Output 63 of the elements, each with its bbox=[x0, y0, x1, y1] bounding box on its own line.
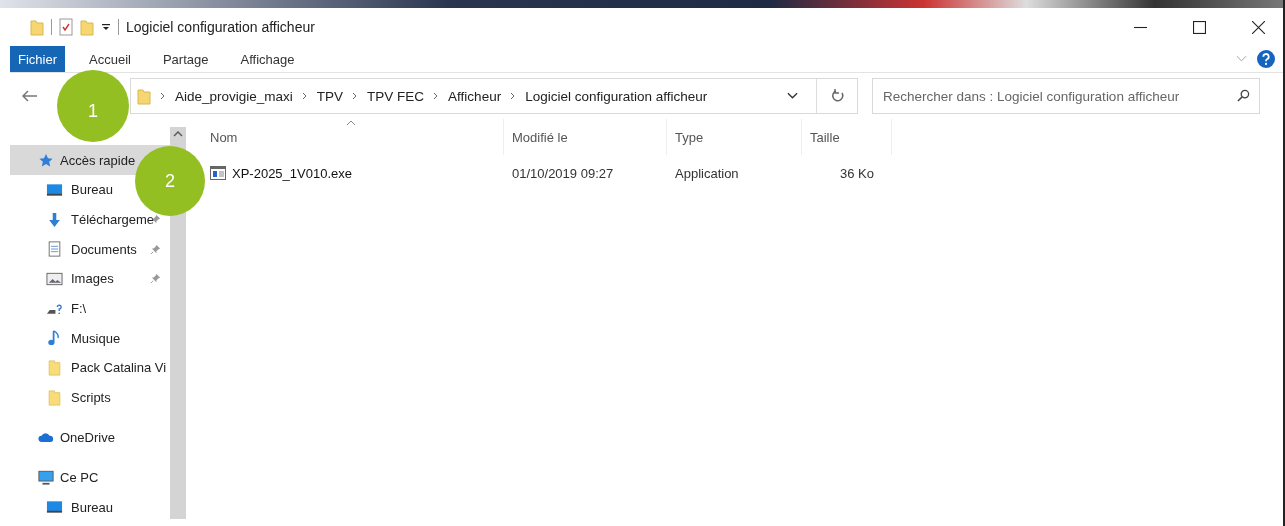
step-callout-tooltip: 2 bbox=[135, 146, 205, 216]
cloud-icon bbox=[38, 430, 54, 445]
column-label: Modifié le bbox=[512, 129, 568, 145]
column-label: Nom bbox=[210, 129, 238, 145]
column-header[interactable]: Taille bbox=[802, 119, 892, 155]
table-cell: 01/10/2019 09:27 bbox=[512, 165, 614, 181]
column-label: Type bbox=[675, 129, 704, 145]
breadcrumb-separator-icon bbox=[160, 92, 166, 100]
file-name[interactable]: XP-2025_1V010.exe bbox=[232, 165, 352, 181]
folder-icon bbox=[137, 87, 151, 105]
sidebar-item[interactable]: Musique bbox=[71, 330, 121, 346]
breadcrumb-separator-icon bbox=[352, 92, 359, 100]
table-cell: Application bbox=[675, 165, 739, 181]
column-header[interactable]: Type bbox=[667, 119, 802, 155]
sidebar-item[interactable]: OneDrive bbox=[0, 422, 170, 453]
column-header[interactable]: Modifié le bbox=[504, 119, 667, 155]
breadcrumb[interactable]: Logiciel configuration afficheur bbox=[525, 88, 708, 104]
breadcrumb[interactable]: Aide_provigie_maxi bbox=[175, 88, 293, 104]
sidebar-item[interactable]: F:\ bbox=[71, 301, 87, 317]
star-icon bbox=[38, 152, 54, 168]
sidebar-item[interactable]: Pack Catalina Vi bbox=[71, 360, 167, 376]
breadcrumb-separator-icon bbox=[433, 92, 440, 100]
sidebar-item[interactable]: Documents bbox=[71, 241, 137, 257]
document-icon bbox=[46, 241, 63, 258]
ribbon-tab[interactable]: Fichier bbox=[10, 46, 65, 72]
breadcrumb[interactable]: Afficheur bbox=[448, 88, 502, 104]
sidebar-label: Accès rapide bbox=[60, 152, 136, 168]
step-callout-tooltip: 1 bbox=[57, 70, 129, 142]
breadcrumb[interactable]: TPV FEC bbox=[367, 88, 425, 104]
breadcrumb-separator-icon bbox=[510, 92, 517, 100]
search-field[interactable]: Rechercher dans : Logiciel configuration afficheur bbox=[872, 78, 1260, 114]
scroll-up-icon[interactable] bbox=[173, 131, 183, 137]
breadcrumb-separator-icon bbox=[301, 92, 308, 100]
sidebar-label: Ce PC bbox=[60, 470, 99, 485]
desktop-icon bbox=[46, 499, 63, 516]
image-icon bbox=[46, 270, 63, 287]
help-icon[interactable] bbox=[1257, 50, 1275, 68]
ribbon-tab[interactable]: Affichage bbox=[224, 46, 311, 72]
folder-icon bbox=[46, 389, 63, 406]
ribbon-tab[interactable]: Partage bbox=[146, 46, 225, 72]
dropdown-icon[interactable] bbox=[101, 22, 111, 32]
column-header[interactable]: Nom bbox=[210, 119, 504, 155]
sidebar-item[interactable]: Scripts bbox=[71, 390, 111, 406]
ribbon-tab[interactable]: Accueil bbox=[73, 46, 147, 72]
sidebar-item[interactable]: Ce PC bbox=[0, 462, 170, 493]
address-bar[interactable]: Aide_provigie_maxi TPV TPV FEC Afficheur Logiciel configuration afficheur bbox=[130, 78, 858, 114]
sidebar-item[interactable]: Bureau bbox=[71, 182, 113, 198]
sidebar-item[interactable]: Images bbox=[71, 271, 114, 287]
refresh-icon[interactable] bbox=[831, 89, 845, 103]
window-title: Logiciel configuration afficheur bbox=[126, 19, 315, 35]
properties-icon[interactable] bbox=[59, 18, 73, 36]
back-arrow-icon[interactable] bbox=[22, 90, 38, 102]
search-icon[interactable] bbox=[1237, 89, 1250, 102]
computer-icon bbox=[38, 470, 54, 485]
sidebar-item[interactable]: Bureau bbox=[71, 499, 113, 515]
breadcrumb[interactable]: TPV bbox=[316, 88, 344, 104]
desktop-icon bbox=[46, 181, 63, 198]
folder-icon bbox=[46, 359, 63, 376]
column-label: Taille bbox=[810, 129, 840, 145]
table-cell: 36 Ko bbox=[840, 165, 874, 181]
application-icon bbox=[210, 166, 226, 180]
chevron-icon[interactable] bbox=[787, 92, 798, 100]
sidebar-label: OneDrive bbox=[60, 430, 115, 445]
